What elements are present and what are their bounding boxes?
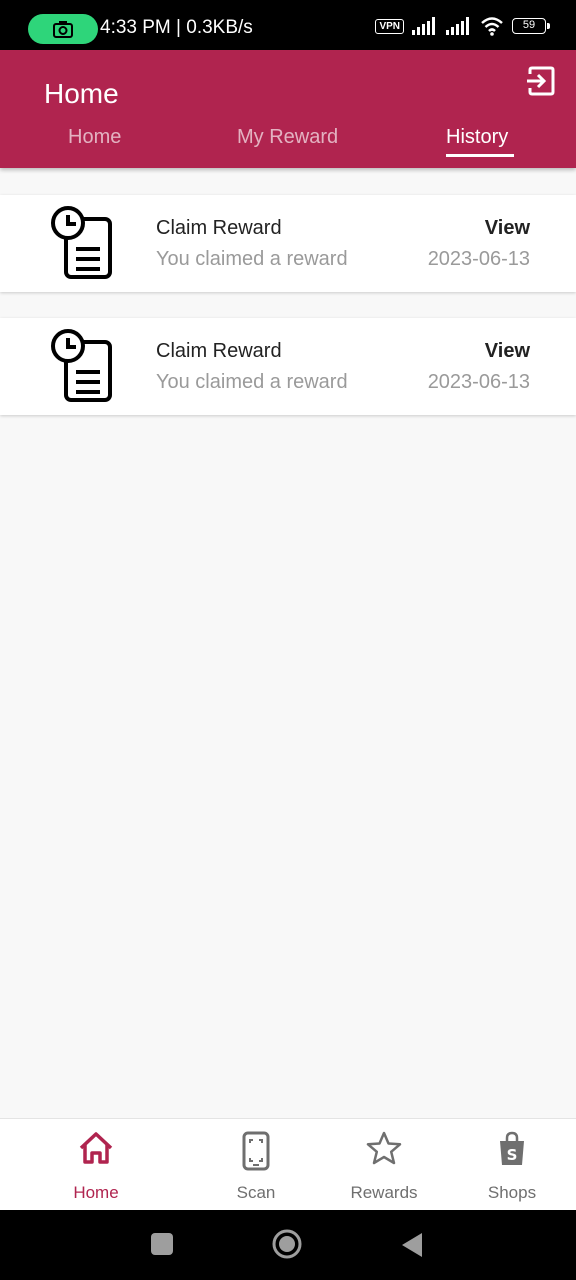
nav-item-scan[interactable]: Scan (196, 1119, 316, 1211)
shopping-bag-icon: S (500, 1131, 524, 1165)
camera-icon (53, 21, 73, 38)
nav-item-rewards[interactable]: Rewards (324, 1119, 444, 1211)
screen-record-indicator[interactable] (28, 14, 98, 44)
clipboard-clock-icon (51, 329, 112, 402)
logout-icon (527, 66, 555, 96)
nav-label-shops: Shops (487, 1183, 537, 1202)
history-item-subtitle: You claimed a reward (156, 371, 348, 393)
nav-label-rewards: Rewards (350, 1183, 418, 1202)
history-list-item[interactable]: Claim Reward You claimed a reward View 2… (0, 195, 576, 292)
home-icon (79, 1132, 113, 1164)
view-button[interactable]: View (485, 217, 530, 240)
tab-history[interactable]: History (446, 126, 508, 149)
tab-home[interactable]: Home (68, 126, 121, 149)
bottom-navigation: Home Scan Rewards S Shops (0, 1118, 576, 1210)
history-item-title: Claim Reward (156, 217, 282, 239)
wifi-icon (481, 17, 503, 36)
svg-text:S: S (507, 1146, 518, 1164)
history-item-date: 2023-06-13 (427, 371, 530, 393)
history-item-title: Claim Reward (156, 340, 282, 362)
status-time-speed: 4:33 PM | 0.3KB/s (100, 17, 253, 38)
app-bar: Home Home My Reward History (0, 50, 576, 168)
battery-indicator: 59 (512, 18, 550, 34)
home-system-button[interactable] (272, 1229, 302, 1259)
tab-my-reward[interactable]: My Reward (237, 126, 338, 149)
signal-icon (446, 17, 469, 35)
page-title: Home (44, 78, 119, 109)
history-item-date: 2023-06-13 (427, 248, 530, 270)
status-bar: 4:33 PM | 0.3KB/s VPN 59 (0, 0, 576, 50)
system-navigation-bar (0, 1210, 576, 1280)
nav-item-shops[interactable]: S Shops (452, 1119, 572, 1211)
signal-icon (412, 17, 435, 35)
phone-scan-icon (242, 1131, 270, 1171)
status-icons: VPN 59 (375, 16, 550, 36)
back-button[interactable] (400, 1232, 424, 1258)
nav-label-scan: Scan (236, 1183, 276, 1202)
star-icon (366, 1131, 402, 1165)
nav-label-home: Home (73, 1183, 119, 1202)
active-tab-indicator (446, 154, 514, 157)
history-item-subtitle: You claimed a reward (156, 248, 348, 270)
view-button[interactable]: View (485, 340, 530, 363)
nav-item-home[interactable]: Home (36, 1119, 156, 1211)
vpn-badge: VPN (375, 18, 404, 34)
history-list-item[interactable]: Claim Reward You claimed a reward View 2… (0, 318, 576, 415)
logout-button[interactable] (524, 64, 558, 98)
recent-apps-button[interactable] (150, 1232, 174, 1256)
clipboard-clock-icon (51, 206, 112, 279)
